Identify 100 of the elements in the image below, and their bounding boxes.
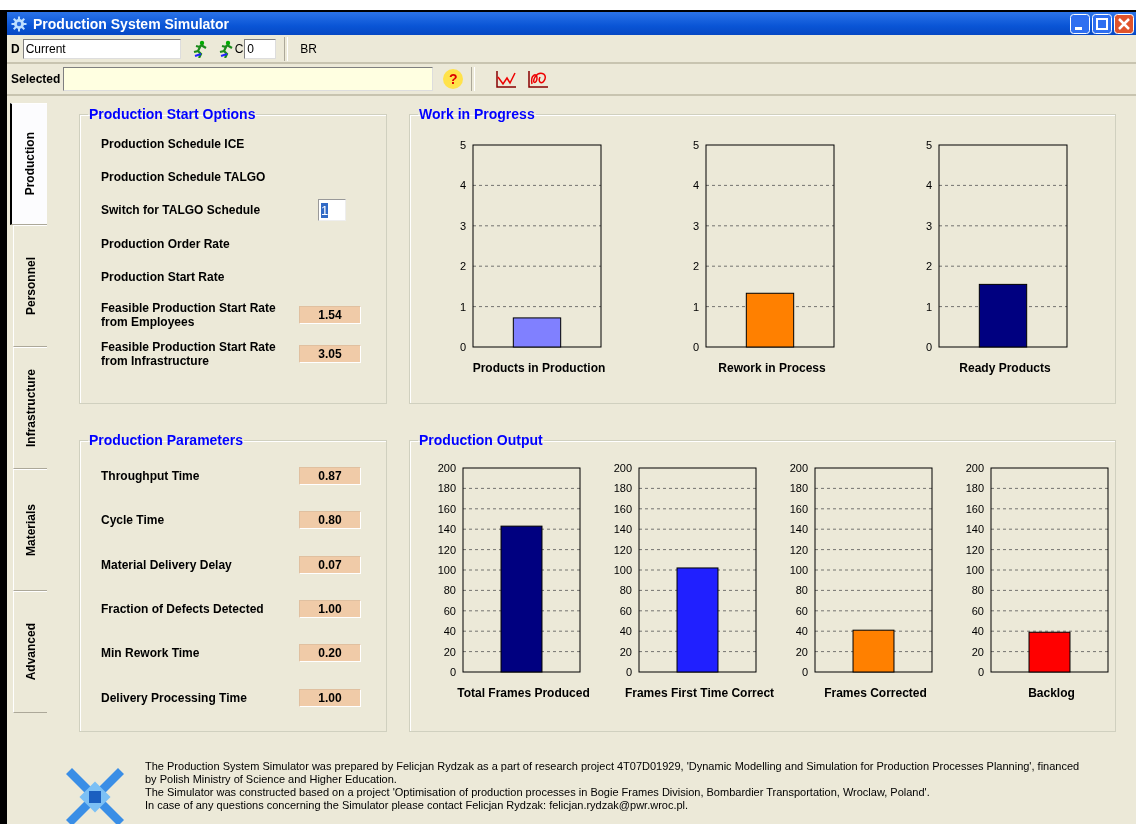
panel-title: Work in Progress: [418, 106, 536, 122]
panel-title: Production Output: [418, 432, 544, 448]
axis-tick-label: 200: [613, 462, 632, 474]
axis-tick-label: 60: [971, 604, 984, 617]
axis-tick-label: 120: [613, 543, 632, 556]
axis-tick-label: 180: [789, 482, 808, 495]
loop-chart-icon[interactable]: [527, 69, 550, 89]
field-label: Production Schedule TALGO: [101, 169, 267, 184]
axis-tick-label: 3: [459, 219, 466, 232]
chart-label: Products in Production: [471, 361, 607, 375]
help-button[interactable]: ?: [443, 69, 464, 89]
credits-text: In case of any questions concerning the Simulator please contact Felicjan Rydzak: felicjan.rydzak@pwr.wroc.pl.: [145, 799, 690, 812]
axis-tick-label: 100: [789, 564, 808, 576]
axis-tick-label: 180: [437, 482, 456, 495]
axis-tick-label: 140: [789, 523, 808, 536]
axis-tick-label: 200: [437, 462, 456, 474]
axis-tick-label: 20: [795, 645, 808, 658]
maximize-icon[interactable]: [1092, 13, 1112, 34]
field-label: Production Start Rate: [101, 269, 226, 284]
chart-label: Frames First Time Correct: [623, 686, 776, 700]
axis-tick-label: 5: [692, 139, 699, 151]
chart-label: Ready Products: [958, 361, 1052, 375]
axis-tick-label: 80: [971, 584, 984, 597]
count-field[interactable]: 0: [244, 38, 277, 59]
axis-tick-label: 1: [925, 300, 932, 313]
field-label: Throughput Time: [101, 469, 201, 484]
axis-tick-label: 1: [459, 300, 466, 313]
panel-title: Production Parameters: [88, 432, 245, 448]
axis-tick-label: 2: [925, 260, 932, 273]
axis-tick-label: 160: [437, 502, 456, 515]
panel-title: Production Start Options: [88, 106, 257, 122]
field-label: Min Rework Time: [101, 646, 201, 661]
selected-field[interactable]: [63, 67, 434, 91]
axis-tick-label: 120: [789, 543, 808, 556]
axis-tick-label: 140: [613, 523, 632, 536]
axis-tick-label: 0: [449, 666, 456, 678]
axis-tick-label: 40: [619, 625, 632, 638]
axis-tick-label: 60: [619, 604, 632, 617]
axis-tick-label: 2: [692, 260, 699, 273]
c-label: C: [234, 41, 244, 56]
axis-tick-label: 100: [613, 564, 632, 576]
field-label: Delivery Processing Time: [101, 690, 248, 705]
field-label: Material Delivery Delay: [101, 557, 233, 572]
axis-tick-label: 100: [437, 564, 456, 576]
chart-label: Backlog: [1027, 686, 1076, 700]
axis-tick-label: 200: [965, 462, 984, 474]
side-tab[interactable]: Materials: [13, 469, 47, 591]
axis-tick-label: 180: [613, 482, 632, 495]
axis-tick-label: 200: [789, 462, 808, 474]
value-display: 0.07: [299, 555, 361, 574]
axis-tick-label: 0: [977, 666, 984, 678]
axis-tick-label: 0: [692, 341, 699, 353]
axis-tick-label: 0: [459, 341, 466, 353]
value-display: 1.00: [299, 600, 361, 619]
field-label: Fraction of Defects Detected: [101, 602, 265, 617]
d-label: D: [11, 41, 20, 56]
side-tab[interactable]: Advanced: [13, 591, 47, 713]
field-label: Production Order Rate: [101, 236, 231, 251]
value-display: 0.20: [299, 644, 361, 663]
axis-tick-label: 20: [971, 645, 984, 658]
value-display: 1.54: [299, 306, 361, 325]
axis-tick-label: 3: [692, 219, 699, 232]
axis-tick-label: 140: [965, 523, 984, 536]
credits-text: The Production System Simulator was prepared by Felicjan Rydzak as a part of research project 4T07D01929, 'Dynamic Modelling and Simulation for Production Processes Planning', financed by Polish Ministry of Science and Higher Education.: [145, 760, 1081, 786]
gear-icon: [11, 15, 27, 32]
axis-tick-label: 20: [443, 645, 456, 658]
axis-tick-label: 40: [795, 625, 808, 638]
axis-tick-label: 4: [459, 179, 466, 192]
axis-tick-label: 0: [625, 666, 632, 678]
axis-tick-label: 80: [795, 584, 808, 597]
line-chart-icon[interactable]: [495, 69, 518, 89]
value-display: 0.87: [299, 467, 361, 486]
axis-tick-label: 40: [443, 625, 456, 638]
axis-tick-label: 80: [619, 584, 632, 597]
input-field[interactable]: 1: [318, 199, 346, 222]
axis-tick-label: 120: [437, 543, 456, 556]
br-label: BR: [300, 41, 317, 56]
axis-tick-label: 5: [925, 139, 932, 151]
axis-tick-label: 160: [789, 502, 808, 515]
close-icon[interactable]: [1114, 13, 1134, 34]
window-title: Production System Simulator: [33, 15, 231, 32]
value-display: 1.00: [299, 688, 361, 707]
value-display: 0.80: [299, 511, 361, 530]
axis-tick-label: 160: [613, 502, 632, 515]
axis-tick-label: 0: [925, 341, 932, 353]
axis-tick-label: 0: [801, 666, 808, 678]
side-tab[interactable]: Personnel: [13, 225, 47, 347]
side-tab[interactable]: Production: [10, 103, 47, 225]
axis-tick-label: 1: [692, 300, 699, 313]
minimize-icon[interactable]: [1070, 13, 1090, 34]
axis-tick-label: 140: [437, 523, 456, 536]
axis-tick-label: 180: [965, 482, 984, 495]
axis-tick-label: 4: [692, 179, 699, 192]
period-field[interactable]: Current: [22, 38, 181, 59]
axis-tick-label: 5: [459, 139, 466, 151]
axis-tick-label: 2: [459, 260, 466, 273]
side-tab[interactable]: Infrastructure: [13, 347, 47, 469]
chart-label: Rework in Process: [717, 361, 827, 375]
axis-tick-label: 3: [925, 219, 932, 232]
credits-text: The Simulator was constructed based on a project 'Optimisation of production processes in Bogie Frames Division, Bombardier Transportation, Wroclaw, Poland'.: [145, 786, 931, 799]
